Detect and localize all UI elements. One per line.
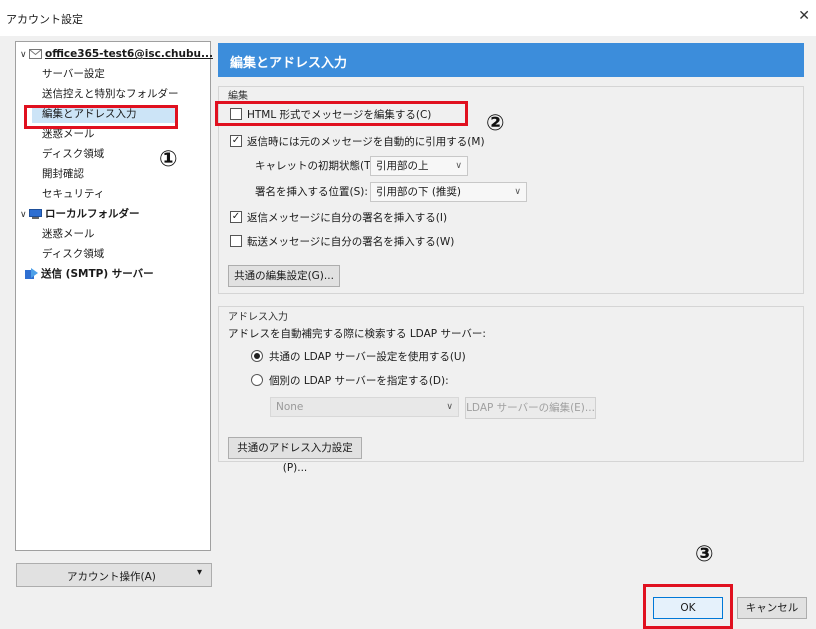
tree-account-row[interactable]: ∨ office365-test6@isc.chubu... bbox=[20, 45, 213, 63]
title-bar: アカウント設定 ✕ bbox=[0, 0, 816, 36]
chevron-down-icon[interactable]: ∨ bbox=[20, 206, 29, 224]
caret-select-value: 引用部の上 bbox=[376, 160, 429, 172]
forward-signature-checkbox-row[interactable]: 転送メッセージに自分の署名を挿入する(W) bbox=[230, 233, 454, 251]
tree-item-local-junk[interactable]: 迷惑メール bbox=[42, 225, 95, 243]
tree-item-label: 開封確認 bbox=[42, 168, 84, 180]
tree-item-label: サーバー設定 bbox=[42, 68, 105, 80]
tree-local-folders-row[interactable]: ∨ ローカルフォルダー bbox=[20, 205, 140, 223]
auto-quote-checkbox[interactable]: ✓ bbox=[230, 135, 242, 147]
chevron-down-icon: ∨ bbox=[514, 187, 521, 197]
dropdown-arrow-icon: ▾ bbox=[196, 567, 202, 578]
computer-icon bbox=[29, 208, 42, 219]
reply-signature-checkbox[interactable]: ✓ bbox=[230, 211, 242, 223]
edit-ldap-button[interactable]: LDAP サーバーの編集(E)... bbox=[465, 397, 596, 419]
use-specific-ldap-radio-row[interactable]: 個別の LDAP サーバーを指定する(D): bbox=[251, 372, 449, 390]
mail-account-icon bbox=[29, 49, 42, 59]
ldap-description: アドレスを自動補完する際に検索する LDAP サーバー: bbox=[228, 328, 486, 340]
ok-button[interactable]: OK bbox=[653, 597, 723, 619]
global-address-settings-button[interactable]: 共通のアドレス入力設定(P)... bbox=[228, 437, 362, 474]
ldap-server-value: None bbox=[276, 401, 304, 413]
use-global-ldap-label: 共通の LDAP サーバー設定を使用する(U) bbox=[269, 351, 466, 363]
auto-quote-label: 返信時には元のメッセージを自動的に引用する(M) bbox=[247, 136, 485, 148]
tree-item-label: ディスク領域 bbox=[42, 148, 105, 160]
tree-item-label: 迷惑メール bbox=[42, 128, 95, 140]
account-settings-window: アカウント設定 ✕ ∨ office365-test6@isc.chubu... … bbox=[0, 0, 816, 629]
use-global-ldap-radio-row[interactable]: 共通の LDAP サーバー設定を使用する(U) bbox=[251, 348, 466, 366]
chevron-down-icon: ∨ bbox=[446, 402, 453, 412]
tree-smtp-row[interactable]: 送信 (SMTP) サーバー bbox=[24, 265, 154, 283]
forward-signature-label: 転送メッセージに自分の署名を挿入する(W) bbox=[247, 236, 455, 248]
use-global-ldap-radio[interactable] bbox=[251, 350, 263, 362]
tree-item-disk-space[interactable]: ディスク領域 bbox=[42, 145, 104, 163]
account-actions-label: アカウント操作(A) bbox=[67, 571, 156, 583]
compose-group-title: 編集 bbox=[228, 91, 248, 102]
signature-position-value: 引用部の下 (推奨) bbox=[376, 186, 462, 198]
chevron-down-icon[interactable]: ∨ bbox=[20, 46, 29, 64]
highlight-box-2 bbox=[215, 101, 468, 126]
use-specific-ldap-radio[interactable] bbox=[251, 374, 263, 386]
panel-header: 編集とアドレス入力 bbox=[218, 43, 804, 77]
tree-item-label: 迷惑メール bbox=[42, 228, 95, 240]
tree-item-label: セキュリティ bbox=[42, 188, 105, 200]
tree-item-label: 送信控えと特別なフォルダー bbox=[42, 88, 179, 100]
smtp-label: 送信 (SMTP) サーバー bbox=[41, 268, 154, 280]
tree-item-server-settings[interactable]: サーバー設定 bbox=[42, 65, 105, 83]
reply-signature-label: 返信メッセージに自分の署名を挿入する(I) bbox=[247, 212, 448, 224]
local-folders-label: ローカルフォルダー bbox=[45, 208, 140, 220]
close-icon[interactable]: ✕ bbox=[798, 8, 810, 24]
forward-signature-checkbox[interactable] bbox=[230, 235, 242, 247]
reply-signature-checkbox-row[interactable]: ✓ 返信メッセージに自分の署名を挿入する(I) bbox=[230, 209, 447, 227]
ldap-server-select[interactable]: None ∨ bbox=[270, 397, 459, 417]
tree-item-label: ディスク領域 bbox=[42, 248, 105, 260]
highlight-box-1 bbox=[24, 105, 178, 129]
smtp-server-icon bbox=[25, 268, 38, 279]
auto-quote-checkbox-row[interactable]: ✓ 返信時には元のメッセージを自動的に引用する(M) bbox=[230, 133, 485, 151]
signature-position-select[interactable]: 引用部の下 (推奨) ∨ bbox=[370, 182, 527, 202]
caret-select[interactable]: 引用部の上 ∨ bbox=[370, 156, 468, 176]
window-title: アカウント設定 bbox=[6, 13, 83, 26]
annotation-three: ③ bbox=[695, 542, 714, 567]
address-group-title: アドレス入力 bbox=[228, 312, 288, 323]
annotation-two: ② bbox=[486, 111, 505, 136]
caret-label: キャレットの初期状態(T): bbox=[255, 160, 379, 172]
global-compose-settings-button[interactable]: 共通の編集設定(G)... bbox=[228, 265, 340, 287]
chevron-down-icon: ∨ bbox=[455, 161, 462, 171]
account-name[interactable]: office365-test6@isc.chubu... bbox=[45, 48, 213, 60]
panel-title: 編集とアドレス入力 bbox=[230, 56, 348, 71]
use-specific-ldap-label: 個別の LDAP サーバーを指定する(D): bbox=[269, 375, 449, 387]
tree-item-local-disk[interactable]: ディスク領域 bbox=[42, 245, 104, 263]
tree-item-security[interactable]: セキュリティ bbox=[42, 185, 104, 203]
tree-item-copies-folders[interactable]: 送信控えと特別なフォルダー bbox=[42, 85, 179, 103]
tree-item-receipts[interactable]: 開封確認 bbox=[42, 165, 84, 183]
annotation-one: ① bbox=[159, 147, 178, 172]
cancel-button[interactable]: キャンセル bbox=[737, 597, 807, 619]
signature-position-label: 署名を挿入する位置(S): bbox=[255, 186, 368, 198]
account-actions-button[interactable]: アカウント操作(A) ▾ bbox=[16, 563, 212, 587]
